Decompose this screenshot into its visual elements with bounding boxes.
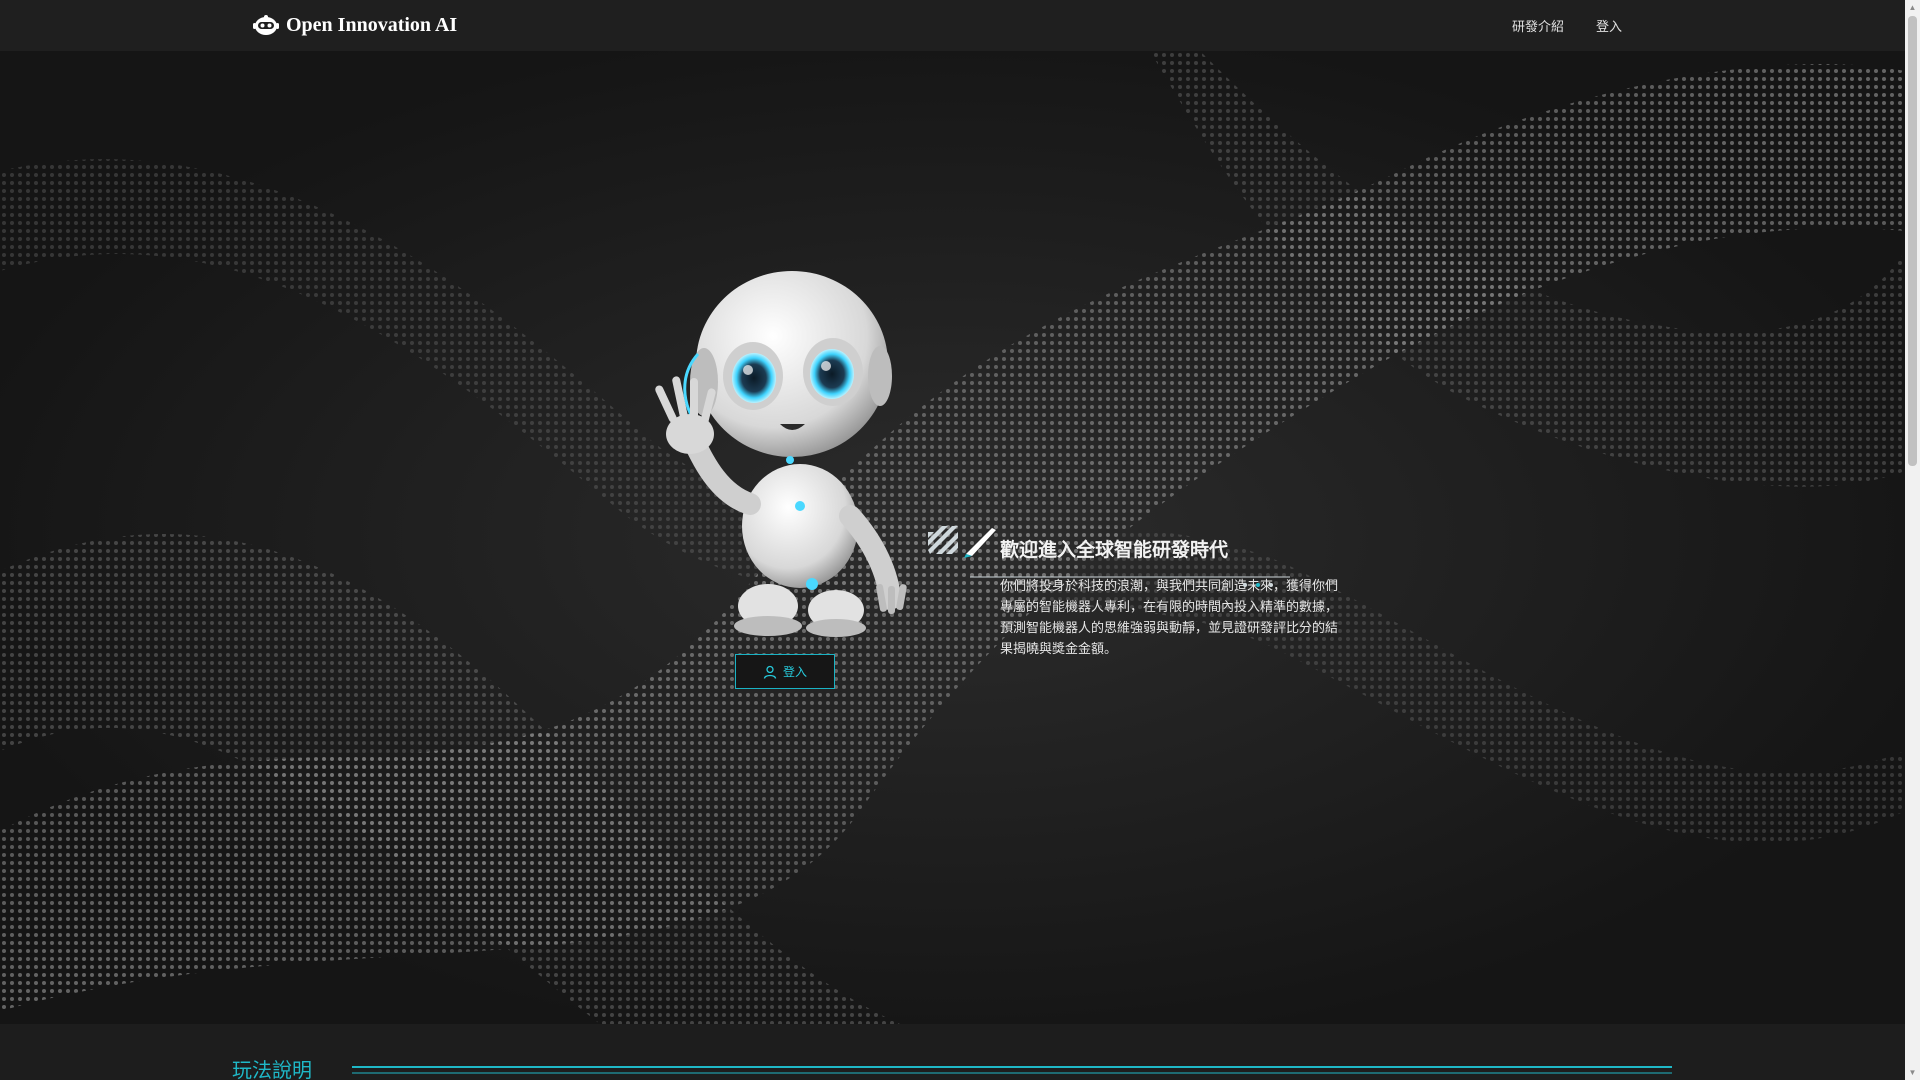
nav-links: 研發介紹 登入: [1512, 16, 1622, 35]
hero-login-button[interactable]: 登入: [735, 654, 835, 689]
top-navbar: Open Innovation AI 研發介紹 登入: [0, 0, 1905, 51]
section-divider: [352, 1066, 1672, 1074]
vertical-scrollbar[interactable]: ▲ ▼: [1905, 0, 1920, 1080]
user-icon: [763, 665, 777, 679]
welcome-title: 歡迎進入全球智能研發時代: [1000, 539, 1229, 561]
nav-link-research-intro[interactable]: 研發介紹: [1512, 16, 1564, 35]
nav-link-login[interactable]: 登入: [1596, 16, 1622, 35]
welcome-panel: 歡迎進入全球智能研發時代 你們將投身於科技的浪潮，與我們共同創造未來，獲得你們專…: [970, 535, 1350, 660]
scroll-up-arrow-icon[interactable]: ▲: [1908, 3, 1917, 12]
section-title: 玩法說明: [232, 1058, 312, 1080]
hero-login-label: 登入: [782, 665, 807, 679]
brand-name: Open Innovation AI: [286, 13, 458, 36]
hero-banner: 登入 歡迎進入全球智能研發時代 你們將投身於科技的浪潮，與我們共同創造未來，獲得…: [0, 51, 1905, 1024]
scrollbar-thumb[interactable]: [1908, 16, 1917, 466]
robot-mascot-illustration: [655, 271, 907, 637]
stripe-decoration-icon: [928, 526, 996, 558]
robot-logo-icon: [253, 15, 279, 35]
how-to-play-section: 玩法說明: [0, 1024, 1905, 1080]
welcome-underline: [970, 576, 1290, 587]
brand[interactable]: Open Innovation AI: [252, 12, 457, 38]
scroll-down-arrow-icon[interactable]: ▼: [1908, 1068, 1917, 1077]
